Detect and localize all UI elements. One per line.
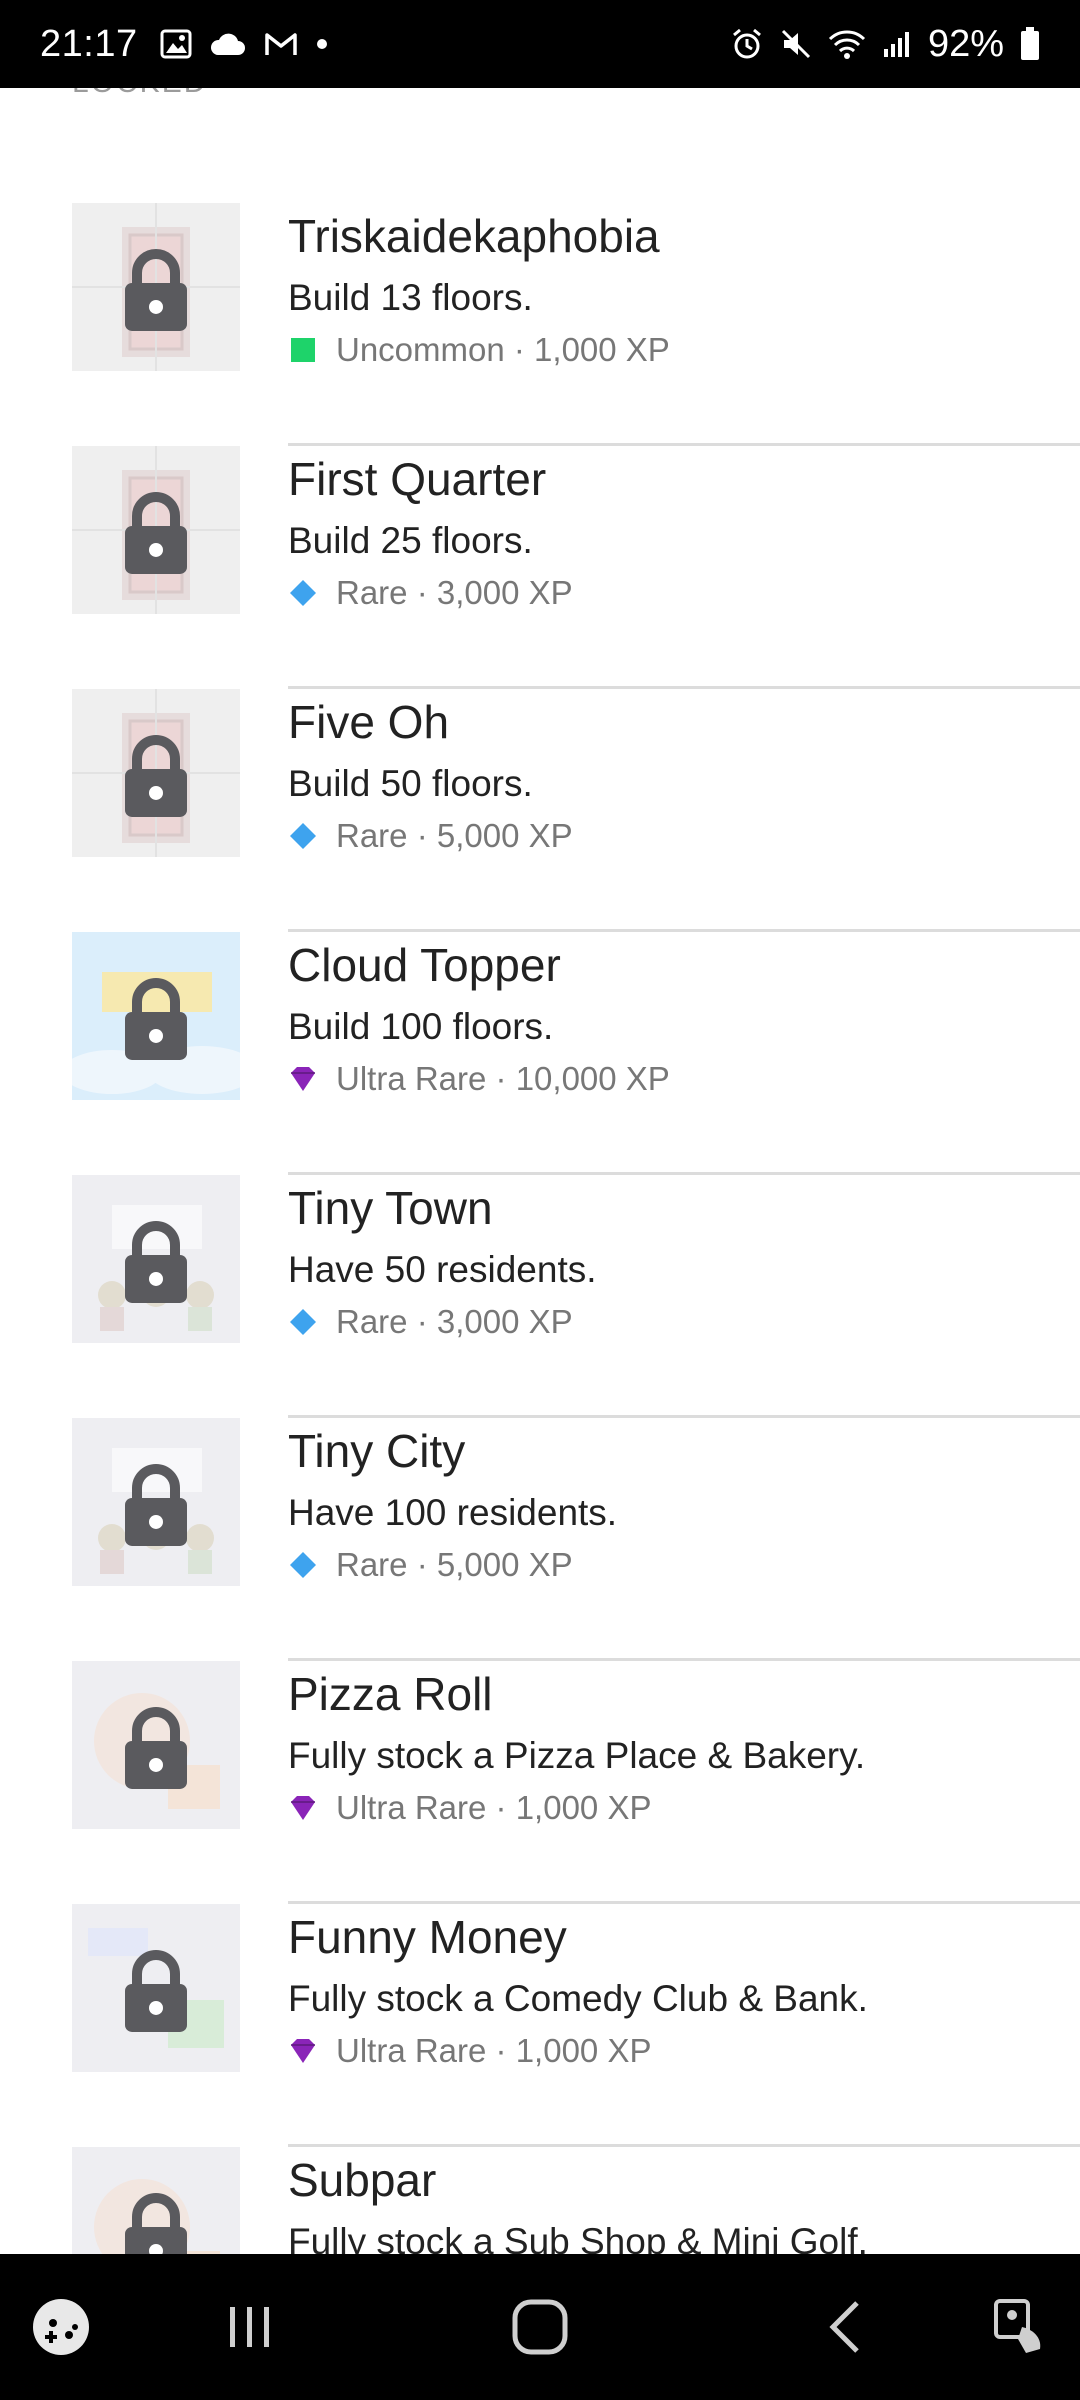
achievement-meta: Rare · 3,000 XP — [288, 574, 573, 612]
achievement-meta: Rare · 3,000 XP — [288, 1303, 573, 1341]
achievement-rarity-xp: Uncommon · 1,000 XP — [336, 331, 670, 368]
recents-icon[interactable] — [200, 2254, 300, 2400]
achievement-title: Triskaidekaphobia — [288, 210, 660, 262]
achievement-item[interactable]: Funny Money Fully stock a Comedy Club & B… — [0, 1904, 1080, 2147]
lock-icon — [123, 733, 189, 824]
achievement-item[interactable]: Subpar Fully stock a Sub Shop & Mini Golf… — [0, 2147, 1080, 2254]
gmail-icon — [264, 31, 298, 57]
achievement-description: Build 100 floors. — [288, 1006, 554, 1047]
back-icon[interactable] — [800, 2254, 890, 2400]
achievement-description: Fully stock a Comedy Club & Bank. — [288, 1978, 868, 2019]
achievement-rarity-xp: Rare · 5,000 XP — [336, 817, 573, 854]
achievement-title: Five Oh — [288, 696, 450, 748]
achievement-title: Tiny Town — [288, 1182, 493, 1234]
dot-icon — [316, 38, 328, 50]
achievement-rarity-xp: Rare · 3,000 XP — [336, 574, 573, 611]
achievement-description: Build 50 floors. — [288, 763, 533, 804]
achievement-meta: Rare · 5,000 XP — [288, 1546, 573, 1584]
lock-icon — [123, 490, 189, 581]
achievement-item[interactable]: First Quarter Build 25 floors. Rare · 3,00… — [0, 446, 1080, 689]
achievement-meta: Ultra Rare · 10,000 XP — [288, 1060, 670, 1098]
lock-icon — [123, 247, 189, 338]
achievement-meta: Ultra Rare · 1,000 XP — [288, 2032, 651, 2070]
achievement-thumbnail — [72, 689, 240, 857]
cloud-icon — [210, 31, 246, 57]
achievement-item[interactable]: Pizza Roll Fully stock a Pizza Place & Ba… — [0, 1661, 1080, 1904]
achievement-rarity-xp: Rare · 3,000 XP — [336, 1303, 573, 1340]
achievement-item[interactable]: Tiny Town Have 50 residents. Rare · 3,000 … — [0, 1175, 1080, 1418]
rarity-gem-icon — [288, 1064, 318, 1094]
rarity-diamond-icon — [288, 821, 318, 851]
achievement-item[interactable]: Cloud Topper Build 100 floors. Ultra Rare … — [0, 932, 1080, 1175]
achievement-title: Pizza Roll — [288, 1668, 493, 1720]
rarity-gem-icon — [288, 1793, 318, 1823]
achievement-thumbnail — [72, 1418, 240, 1586]
achievement-rarity-xp: Rare · 5,000 XP — [336, 1546, 573, 1583]
battery-icon — [1020, 27, 1040, 61]
achievement-description: Fully stock a Sub Shop & Mini Golf. — [288, 2221, 868, 2254]
achievement-thumbnail — [72, 1661, 240, 1829]
wifi-icon — [828, 28, 866, 60]
achievement-description: Build 13 floors. — [288, 277, 533, 318]
lock-icon — [123, 1705, 189, 1796]
achievement-thumbnail — [72, 446, 240, 614]
achievement-title: Tiny City — [288, 1425, 466, 1477]
achievement-title: Cloud Topper — [288, 939, 561, 991]
achievement-thumbnail — [72, 932, 240, 1100]
game-launcher-icon[interactable] — [18, 2254, 104, 2400]
achievement-thumbnail — [72, 1904, 240, 2072]
status-time: 21:17 — [40, 22, 138, 65]
achievement-title: Funny Money — [288, 1911, 567, 1963]
achievement-meta: Uncommon · 1,000 XP — [288, 331, 670, 369]
rarity-diamond-icon — [288, 578, 318, 608]
achievement-description: Have 50 residents. — [288, 1249, 597, 1290]
navigation-bar — [0, 2254, 1080, 2400]
accessibility-icon[interactable] — [980, 2254, 1060, 2400]
achievement-description: Have 100 residents. — [288, 1492, 618, 1533]
mute-icon — [780, 28, 812, 60]
alarm-icon — [730, 27, 764, 61]
achievement-item[interactable]: Five Oh Build 50 floors. Rare · 5,000 XP — [0, 689, 1080, 932]
gallery-icon — [160, 29, 192, 59]
rarity-square-icon — [288, 335, 318, 365]
achievement-rarity-xp: Ultra Rare · 1,000 XP — [336, 2032, 652, 2069]
lock-icon — [123, 976, 189, 1067]
achievement-meta: Rare · 5,000 XP — [288, 817, 573, 855]
rarity-diamond-icon — [288, 1550, 318, 1580]
achievement-thumbnail — [72, 2147, 240, 2254]
lock-icon — [123, 1462, 189, 1553]
battery-percent: 92% — [927, 22, 1004, 65]
achievement-item[interactable]: Tiny City Have 100 residents. Rare · 5,000… — [0, 1418, 1080, 1661]
status-bar: 21:17 92% — [0, 0, 1080, 88]
achievement-rarity-xp: Ultra Rare · 1,000 XP — [336, 1789, 652, 1826]
lock-icon — [123, 1948, 189, 2039]
achievement-title: First Quarter — [288, 453, 547, 505]
lock-icon — [123, 1219, 189, 1310]
signal-icon — [882, 29, 912, 59]
rarity-gem-icon — [288, 2036, 318, 2066]
achievement-item[interactable]: Triskaidekaphobia Build 13 floors. Uncommo… — [0, 203, 1080, 446]
achievement-title: Subpar — [288, 2154, 437, 2206]
achievement-thumbnail — [72, 1175, 240, 1343]
rarity-diamond-icon — [288, 1307, 318, 1337]
lock-icon — [123, 2191, 189, 2254]
home-icon[interactable] — [490, 2254, 590, 2400]
achievement-description: Build 25 floors. — [288, 520, 533, 561]
achievement-description: Fully stock a Pizza Place & Bakery. — [288, 1735, 866, 1776]
achievement-thumbnail — [72, 203, 240, 371]
section-label-locked: LOCKED — [72, 88, 207, 100]
achievements-screen: LOCKED Triskaidekaphobia Build 13 floors.… — [0, 88, 1080, 2254]
achievement-rarity-xp: Ultra Rare · 10,000 XP — [336, 1060, 670, 1097]
achievement-meta: Ultra Rare · 1,000 XP — [288, 1789, 651, 1827]
